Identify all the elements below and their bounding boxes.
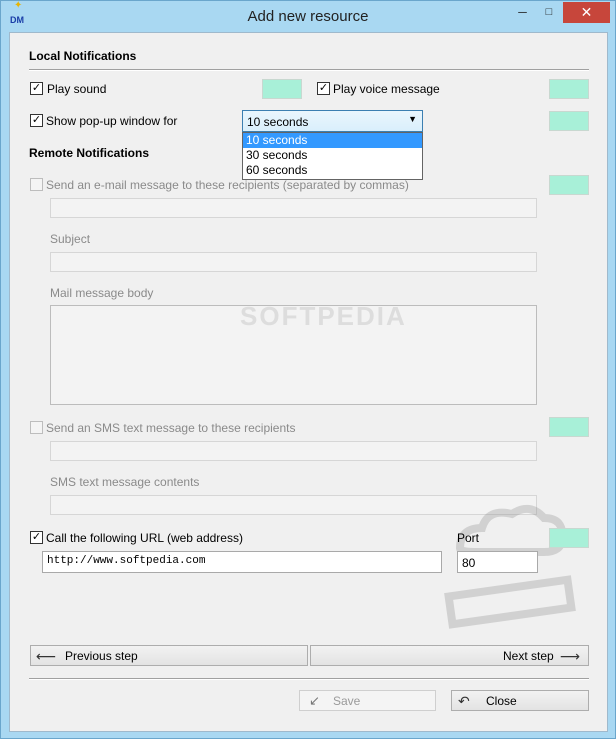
call-url-label: Call the following URL (web address)	[46, 531, 243, 545]
arrow-right-icon: ⟶	[559, 648, 580, 664]
dropdown-option[interactable]: 60 seconds	[243, 163, 422, 178]
chevron-down-icon: ▼	[408, 114, 417, 124]
minimize-button[interactable]: ─	[509, 2, 536, 23]
title-bar: DM Add new resource ─ □ ✕	[1, 0, 615, 32]
sms-settings-picker[interactable]	[549, 417, 589, 437]
send-email-label: Send an e-mail message to these recipien…	[46, 178, 409, 192]
next-step-button[interactable]: Next step ⟶	[310, 645, 589, 666]
port-label: Port	[457, 531, 480, 545]
save-icon: ↙	[309, 693, 320, 708]
url-settings-picker[interactable]	[549, 528, 589, 548]
popup-duration-dropdown: 10 seconds 30 seconds 60 seconds	[242, 132, 423, 180]
port-input[interactable]: 80	[457, 551, 538, 573]
send-email-checkbox[interactable]: ✓	[30, 178, 43, 191]
email-recipients-input[interactable]	[50, 198, 537, 218]
return-arrow-icon: ↶	[458, 693, 470, 709]
close-button[interactable]: ↶ Close	[451, 690, 589, 711]
maximize-button[interactable]: □	[536, 2, 562, 23]
close-label: Close	[486, 694, 517, 708]
voice-message-picker[interactable]	[549, 79, 589, 99]
remote-notifications-heading: Remote Notifications	[29, 146, 150, 160]
local-notifications-heading: Local Notifications	[29, 49, 137, 63]
play-voice-label: Play voice message	[333, 82, 440, 96]
send-sms-label: Send an SMS text message to these recipi…	[46, 421, 296, 435]
popup-settings-picker[interactable]	[549, 111, 589, 131]
previous-step-button[interactable]: ⟵ Previous step	[30, 645, 308, 666]
show-popup-checkbox[interactable]: ✓	[30, 114, 43, 127]
close-window-button[interactable]: ✕	[563, 2, 610, 23]
softpedia-watermark: SOFTPEDIA	[240, 301, 407, 331]
dialog-content: Local Notifications ✓ Play sound ✓ Play …	[9, 32, 608, 732]
play-sound-label: Play sound	[47, 82, 107, 96]
save-button[interactable]: ↙ Save	[299, 690, 436, 711]
play-sound-file-picker[interactable]	[262, 79, 302, 99]
previous-step-label: Previous step	[65, 649, 138, 663]
play-sound-checkbox[interactable]: ✓	[30, 82, 43, 95]
url-input[interactable]: http://www.softpedia.com	[42, 551, 442, 573]
send-sms-checkbox[interactable]: ✓	[30, 421, 43, 434]
email-settings-picker[interactable]	[549, 175, 589, 195]
show-popup-label: Show pop-up window for	[46, 114, 178, 128]
play-voice-checkbox[interactable]: ✓	[317, 82, 330, 95]
email-subject-input[interactable]	[50, 252, 537, 272]
save-label: Save	[333, 694, 361, 708]
subject-label: Subject	[50, 232, 91, 246]
sms-recipients-input[interactable]	[50, 441, 537, 461]
mail-body-label: Mail message body	[50, 286, 154, 300]
call-url-checkbox[interactable]: ✓	[30, 531, 43, 544]
popup-duration-value: 10 seconds	[247, 115, 309, 129]
arrow-left-icon: ⟵	[36, 648, 57, 664]
dropdown-option[interactable]: 30 seconds	[243, 148, 422, 163]
sms-contents-label: SMS text message contents	[50, 475, 200, 489]
next-step-label: Next step	[503, 649, 554, 663]
section-divider	[29, 69, 589, 71]
popup-duration-select[interactable]: 10 seconds ▼	[242, 110, 423, 132]
dropdown-option[interactable]: 10 seconds	[243, 133, 422, 148]
dialog-window: DM Add new resource ─ □ ✕ Local Notifica…	[0, 0, 616, 739]
footer-divider	[29, 678, 589, 680]
